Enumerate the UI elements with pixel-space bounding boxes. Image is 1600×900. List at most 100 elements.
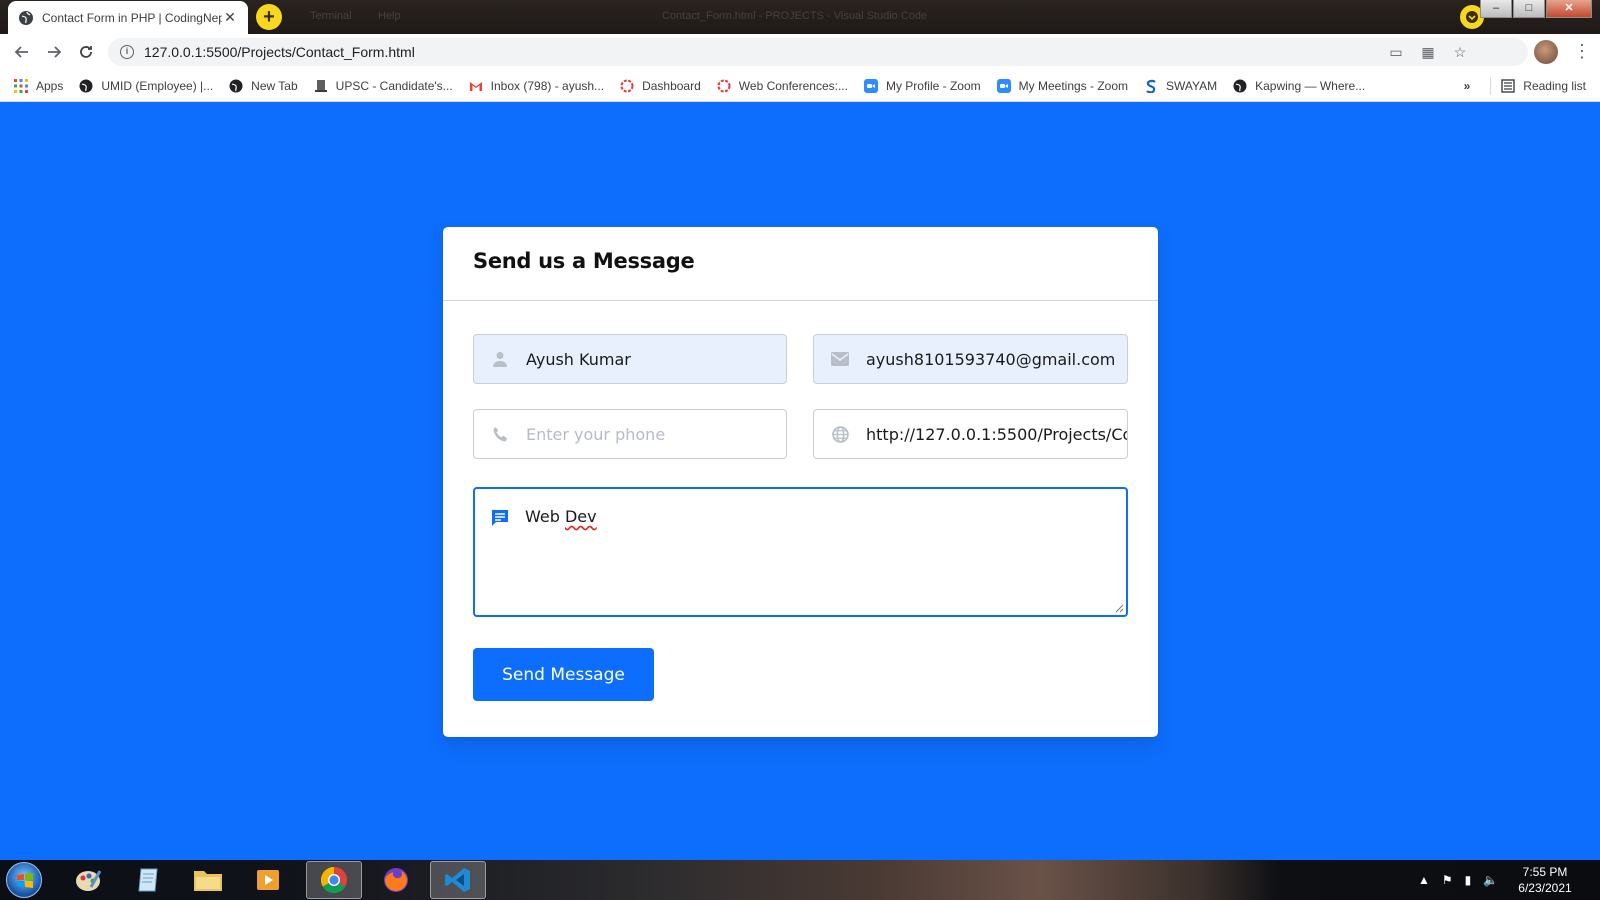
chrome-icon: [320, 866, 347, 894]
swayam-icon: [1146, 79, 1156, 93]
bookmark-label: UPSC - Candidate's...: [335, 78, 453, 93]
close-window-button[interactable]: ✕: [1546, 0, 1592, 18]
forward-button[interactable]: [38, 36, 70, 68]
bookmark-label: UMID (Employee) |...: [101, 78, 214, 93]
bookmark-umid[interactable]: UMID (Employee) |...: [79, 79, 213, 93]
minimize-button[interactable]: –: [1480, 0, 1512, 18]
taskbar-file-explorer[interactable]: [180, 861, 236, 899]
bookmark-upsc[interactable]: UPSC - Candidate's...: [314, 79, 453, 93]
bookmark-label: Dashboard: [642, 78, 701, 93]
phone-field[interactable]: Enter your phone: [473, 409, 787, 459]
arrow-left-icon: [14, 46, 28, 58]
taskbar-chrome[interactable]: [306, 861, 362, 899]
globe-icon: [79, 79, 93, 92]
taskbar-paint[interactable]: [60, 861, 116, 899]
vscode-icon: [445, 868, 470, 892]
apps-grid-icon: [14, 78, 28, 93]
message-textarea[interactable]: Web Dev: [473, 487, 1128, 617]
message-word: Web: [525, 507, 560, 526]
globe-icon: [1233, 79, 1247, 92]
new-tab-button[interactable]: +: [256, 4, 282, 30]
paint-icon: [76, 870, 102, 891]
taskbar-media-player[interactable]: [240, 861, 296, 899]
maximize-button[interactable]: □: [1513, 0, 1545, 18]
taskbar-vscode[interactable]: [430, 861, 486, 899]
name-value: Ayush Kumar: [526, 349, 631, 369]
phone-placeholder: Enter your phone: [526, 424, 666, 444]
message-value: Web Dev: [525, 507, 597, 526]
site-info-icon[interactable]: i: [120, 45, 134, 59]
bookmark-new-tab[interactable]: New Tab: [229, 78, 298, 93]
bookmark-dashboard[interactable]: Dashboard: [620, 79, 701, 93]
tab-title: Contact Form in PHP | CodingNepal: [42, 10, 222, 25]
bookmark-apps[interactable]: Apps: [14, 78, 64, 93]
address-bar[interactable]: i 127.0.0.1:5500/Projects/Contact_Form.h…: [108, 38, 1528, 66]
taskbar-notepad[interactable]: [120, 861, 176, 899]
bookmark-zoom-meetings[interactable]: My Meetings - Zoom: [996, 78, 1128, 93]
resize-handle-icon[interactable]: [1114, 603, 1124, 613]
bookmark-label: Inbox (798) - ayush...: [490, 78, 605, 93]
divider: [1490, 77, 1492, 95]
tab-close-icon[interactable]: ✕: [222, 9, 238, 26]
chevron-down-icon: [1466, 11, 1478, 23]
extension-icon[interactable]: ▦: [1412, 44, 1444, 61]
form-title: Send us a Message: [473, 249, 695, 273]
bookmarks-overflow-button[interactable]: »: [1464, 79, 1471, 93]
show-hidden-icons[interactable]: ▲: [1418, 873, 1430, 887]
message-icon: [491, 509, 511, 529]
notepad-icon: [138, 868, 158, 892]
background-window-text: Contact_Form.html - PROJECTS - Visual St…: [662, 10, 928, 22]
phone-icon: [490, 424, 510, 444]
globe-icon: [830, 424, 850, 444]
action-center-icon[interactable]: ⚑: [1442, 873, 1453, 887]
bookmark-star-icon[interactable]: ☆: [1444, 44, 1476, 61]
bookmark-label: My Meetings - Zoom: [1018, 78, 1128, 93]
browser-menu-icon[interactable]: ⋮: [1572, 40, 1592, 64]
bookmark-label: New Tab: [251, 78, 298, 93]
firefox-icon: [384, 868, 408, 892]
bookmark-swayam[interactable]: SWAYAM: [1144, 79, 1217, 93]
bookmark-gmail[interactable]: Inbox (798) - ayush...: [469, 79, 604, 93]
browser-titlebar: Contact Form in PHP | CodingNepal ✕ + Te…: [0, 0, 1600, 34]
windows-taskbar: ▲ ⚑ ▮ 🔈 7:55 PM 6/23/2021: [0, 860, 1600, 900]
taskbar-firefox[interactable]: [368, 861, 424, 899]
network-icon[interactable]: ▮: [1465, 873, 1472, 887]
website-value: http://127.0.0.1:5500/Projects/Contact_F…: [866, 424, 1127, 444]
send-message-button[interactable]: Send Message: [473, 648, 654, 701]
globe-icon: [229, 79, 243, 92]
email-value: ayush8101593740@gmail.com: [866, 349, 1116, 369]
ring-icon: [717, 79, 731, 92]
bookmark-zoom-profile[interactable]: My Profile - Zoom: [863, 78, 981, 93]
start-button[interactable]: [6, 862, 42, 898]
back-button[interactable]: [6, 36, 38, 68]
reading-list-button[interactable]: Reading list: [1523, 79, 1586, 93]
clock-date: 6/23/2021: [1518, 881, 1572, 895]
bookmark-kapwing[interactable]: Kapwing — Where...: [1233, 79, 1365, 93]
window-controls: – □ ✕: [1479, 0, 1592, 18]
bookmark-web-conferences[interactable]: Web Conferences:...: [717, 79, 848, 93]
email-field[interactable]: ayush8101593740@gmail.com: [813, 334, 1128, 384]
cast-icon[interactable]: ▭: [1380, 44, 1412, 61]
bookmark-label: SWAYAM: [1166, 78, 1218, 93]
envelope-icon: [830, 349, 850, 369]
globe-icon: [19, 10, 33, 25]
background-window-text: Terminal: [310, 10, 352, 22]
bookmark-label: Apps: [36, 78, 64, 93]
spellcheck-word: Dev: [564, 507, 597, 526]
browser-tab-active[interactable]: Contact Form in PHP | CodingNepal ✕: [8, 1, 248, 34]
windows-logo-icon: [17, 873, 33, 888]
system-tray: ▲ ⚑ ▮ 🔈: [1418, 860, 1510, 900]
gmail-icon: [469, 81, 482, 91]
website-field[interactable]: http://127.0.0.1:5500/Projects/Contact_F…: [813, 409, 1128, 459]
name-field[interactable]: Ayush Kumar: [473, 334, 787, 384]
reload-button[interactable]: [70, 36, 102, 68]
contact-form-card: Send us a Message Ayush Kumar ayush81015…: [443, 227, 1158, 737]
clock-time: 7:55 PM: [1522, 865, 1568, 879]
emblem-icon: [314, 79, 327, 92]
clock[interactable]: 7:55 PM 6/23/2021: [1510, 864, 1580, 896]
reload-icon: [80, 46, 92, 58]
bookmark-label: Web Conferences:...: [738, 78, 848, 93]
zoom-icon: [863, 78, 878, 93]
profile-avatar[interactable]: [1534, 40, 1558, 64]
volume-icon[interactable]: 🔈: [1483, 873, 1498, 887]
